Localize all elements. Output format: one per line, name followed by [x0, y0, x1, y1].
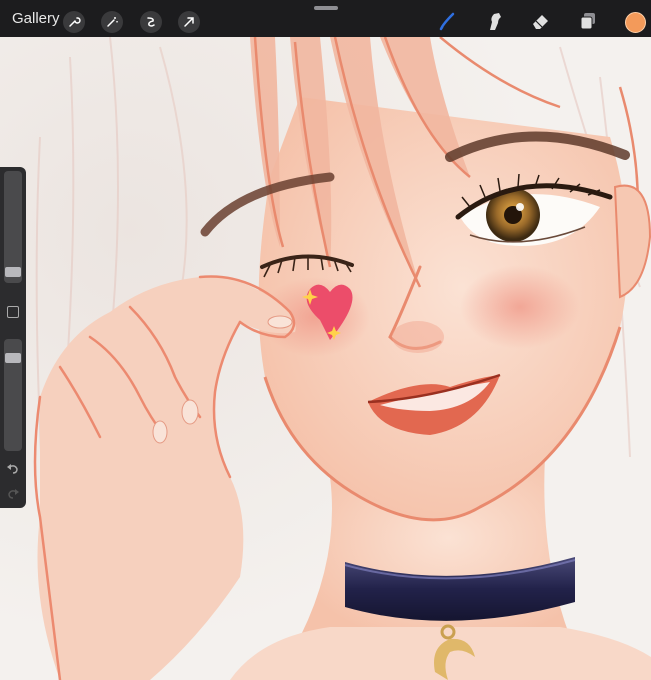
left-sidebar: [0, 167, 26, 508]
brush-button[interactable]: [436, 9, 460, 33]
gallery-button[interactable]: Gallery: [12, 10, 60, 27]
selection-icon: [147, 17, 155, 27]
opacity-thumb[interactable]: [5, 353, 21, 363]
layers-button[interactable]: [576, 9, 600, 33]
redo-icon[interactable]: [5, 487, 21, 501]
brush-size-slider[interactable]: [4, 171, 22, 283]
eraser-icon: [533, 15, 548, 29]
color-picker-button[interactable]: [625, 12, 646, 33]
adjustments-button[interactable]: [101, 11, 123, 33]
undo-icon[interactable]: [5, 462, 21, 476]
transform-icon: [184, 17, 194, 27]
artwork-illustration: [33, 37, 651, 680]
smudge-button[interactable]: [483, 9, 507, 33]
opacity-slider[interactable]: [4, 339, 22, 451]
wrench-icon: [69, 17, 81, 27]
brush-icon: [439, 12, 455, 31]
selection-button[interactable]: [140, 11, 162, 33]
layers-icon: [580, 13, 595, 30]
smudge-icon: [490, 13, 501, 30]
actions-button[interactable]: [63, 11, 85, 33]
top-toolbar: Gallery: [0, 0, 651, 37]
eraser-button[interactable]: [529, 9, 553, 33]
drawing-canvas[interactable]: [0, 37, 651, 680]
magic-wand-icon: [107, 17, 118, 27]
modify-button[interactable]: [7, 306, 19, 318]
brush-size-thumb[interactable]: [5, 267, 21, 277]
drag-handle[interactable]: [314, 6, 338, 10]
transform-button[interactable]: [178, 11, 200, 33]
